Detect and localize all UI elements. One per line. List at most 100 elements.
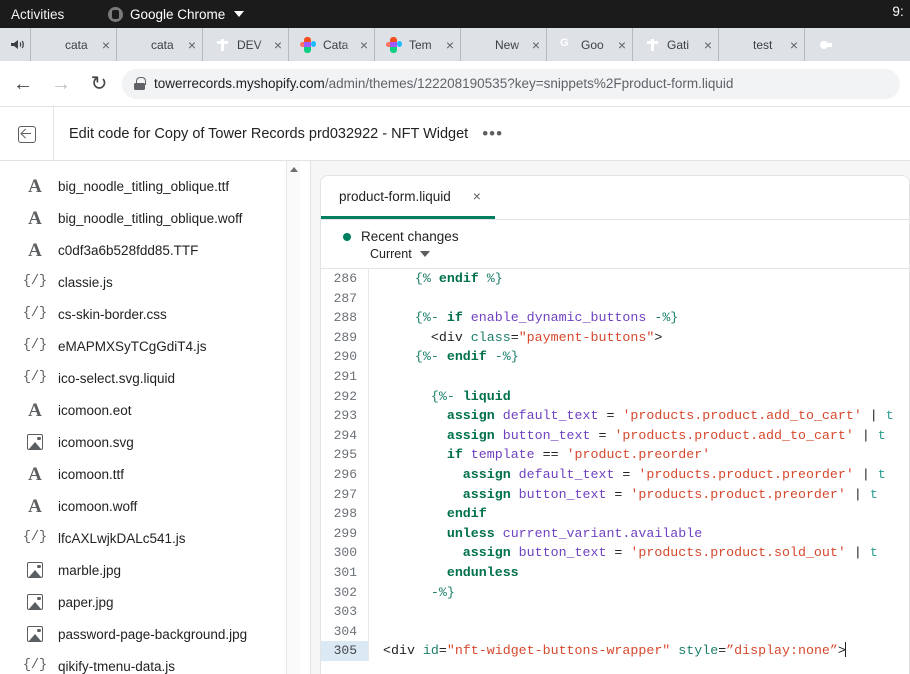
code-line[interactable]: 289 <div class="payment-buttons"> (321, 328, 909, 348)
file-name: ico-select.svg.liquid (58, 371, 175, 386)
list-item[interactable]: A big_noodle_titling_oblique.ttf (0, 170, 286, 202)
list-item[interactable]: {/} eMAPMXSyTCgGdiT4.js (0, 330, 286, 362)
code-line[interactable]: 295 if template == 'product.preorder' (321, 445, 909, 465)
recent-changes-label: Recent changes (361, 229, 459, 244)
browser-tab[interactable]: New × (460, 28, 546, 61)
code-line[interactable]: 305<div id="nft-widget-buttons-wrapper" … (321, 641, 909, 661)
editor-card: product-form.liquid × Recent changes Cur… (320, 175, 910, 674)
system-clock[interactable]: 9: (892, 4, 904, 19)
list-item[interactable]: {/} cs-skin-border.css (0, 298, 286, 330)
collapse-sidebar-button[interactable] (0, 107, 54, 161)
list-item[interactable]: marble.jpg (0, 554, 286, 586)
close-icon[interactable]: × (790, 38, 798, 52)
code-line[interactable]: 287 (321, 289, 909, 309)
address-bar[interactable]: towerrecords.myshopify.com/admin/themes/… (122, 69, 900, 99)
list-item[interactable]: A icomoon.ttf (0, 458, 286, 490)
code-line[interactable]: 300 assign button_text = 'products.produ… (321, 543, 909, 563)
code-line-text: assign button_text = 'products.product.s… (369, 543, 878, 563)
code-line[interactable]: 298 endif (321, 504, 909, 524)
line-number: 305 (321, 641, 369, 661)
file-name: icomoon.eot (58, 403, 132, 418)
chevron-down-icon (234, 11, 244, 17)
list-item[interactable]: {/} classie.js (0, 266, 286, 298)
code-line[interactable]: 291 (321, 367, 909, 387)
code-line[interactable]: 301 endunless (321, 563, 909, 583)
browser-tab[interactable]: Gati × (632, 28, 718, 61)
file-name: icomoon.woff (58, 499, 137, 514)
line-number: 292 (321, 387, 369, 407)
code-line[interactable]: 293 assign default_text = 'products.prod… (321, 406, 909, 426)
list-item[interactable]: A c0df3a6b528fdd85.TTF (0, 234, 286, 266)
close-icon[interactable]: × (618, 38, 626, 52)
list-item[interactable]: {/} lfcAXLwjkDALc541.js (0, 522, 286, 554)
code-line[interactable]: 296 assign default_text = 'products.prod… (321, 465, 909, 485)
line-number: 303 (321, 602, 369, 622)
line-number: 301 (321, 563, 369, 583)
list-item[interactable]: icomoon.svg (0, 426, 286, 458)
code-line-text: {%- if enable_dynamic_buttons -%} (369, 308, 678, 328)
browser-tab[interactable]: Tem × (374, 28, 460, 61)
list-item[interactable]: A icomoon.woff (0, 490, 286, 522)
list-item[interactable]: password-page-background.jpg (0, 618, 286, 650)
line-number: 290 (321, 347, 369, 367)
code-line[interactable]: 286 {% endif %} (321, 269, 909, 289)
code-line[interactable]: 292 {%- liquid (321, 387, 909, 407)
list-item[interactable]: A icomoon.eot (0, 394, 286, 426)
theme-file-list: A big_noodle_titling_oblique.ttf A big_n… (0, 161, 286, 674)
close-icon[interactable]: × (446, 38, 454, 52)
list-item[interactable]: {/} ico-select.svg.liquid (0, 362, 286, 394)
list-item[interactable]: {/} qikify-tmenu-data.js (0, 650, 286, 674)
file-name: eMAPMXSyTCgGdiT4.js (58, 339, 207, 354)
browser-tab[interactable]: DEV × (202, 28, 288, 61)
line-number: 295 (321, 445, 369, 465)
chrome-ring-icon (472, 37, 488, 53)
version-select[interactable]: Current (370, 247, 909, 261)
forward-button[interactable]: → (46, 69, 76, 99)
code-line-text: {% endif %} (369, 269, 503, 289)
code-line-text: unless current_variant.available (369, 524, 702, 544)
close-icon[interactable]: × (274, 38, 282, 52)
more-actions-button[interactable]: ••• (482, 125, 503, 142)
tab-title: Tem (409, 38, 444, 52)
close-icon[interactable]: × (360, 38, 368, 52)
chevron-down-icon (420, 251, 430, 257)
scroll-up-arrow-icon[interactable] (290, 167, 298, 172)
tab-product-form-liquid[interactable]: product-form.liquid × (321, 176, 495, 219)
file-name: icomoon.svg (58, 435, 134, 450)
close-icon[interactable]: × (704, 38, 712, 52)
code-line[interactable]: 304 (321, 622, 909, 642)
code-line[interactable]: 302 -%} (321, 583, 909, 603)
code-line[interactable]: 294 assign button_text = 'products.produ… (321, 426, 909, 446)
browser-tab[interactable]: Cata × (288, 28, 374, 61)
file-name: marble.jpg (58, 563, 121, 578)
code-line[interactable]: 303 (321, 602, 909, 622)
desktop-top-bar: Activities Google Chrome 9: (0, 0, 910, 28)
tab-title: Gati (667, 38, 702, 52)
list-item[interactable]: paper.jpg (0, 586, 286, 618)
tab-title: test (753, 38, 788, 52)
code-line[interactable]: 290 {%- endif -%} (321, 347, 909, 367)
close-icon[interactable]: × (188, 38, 196, 52)
sidebar-scrollbar[interactable] (286, 161, 300, 674)
back-button[interactable]: ← (8, 69, 38, 99)
browser-tab[interactable]: test × (718, 28, 804, 61)
close-icon[interactable]: × (102, 38, 110, 52)
browser-tab[interactable]: cata × (30, 28, 116, 61)
browser-tab[interactable]: cata × (116, 28, 202, 61)
active-app-menu[interactable]: Google Chrome (108, 0, 244, 28)
close-icon[interactable]: × (532, 38, 540, 52)
browser-toolbar: ← → ↻ towerrecords.myshopify.com/admin/t… (0, 61, 910, 107)
code-text-area[interactable]: 286 {% endif %}287288 {%- if enable_dyna… (321, 269, 909, 661)
list-item[interactable]: A big_noodle_titling_oblique.woff (0, 202, 286, 234)
code-line[interactable]: 288 {%- if enable_dynamic_buttons -%} (321, 308, 909, 328)
browser-tab[interactable]: Goo × (546, 28, 632, 61)
figma-icon (386, 37, 402, 53)
code-line[interactable]: 297 assign button_text = 'products.produ… (321, 485, 909, 505)
line-number: 297 (321, 485, 369, 505)
reload-button[interactable]: ↻ (84, 69, 114, 99)
browser-tab-partial[interactable] (804, 28, 838, 61)
activities-button[interactable]: Activities (11, 7, 64, 22)
code-line[interactable]: 299 unless current_variant.available (321, 524, 909, 544)
close-icon[interactable]: × (473, 189, 481, 203)
speaker-mute-icon[interactable] (4, 38, 30, 51)
